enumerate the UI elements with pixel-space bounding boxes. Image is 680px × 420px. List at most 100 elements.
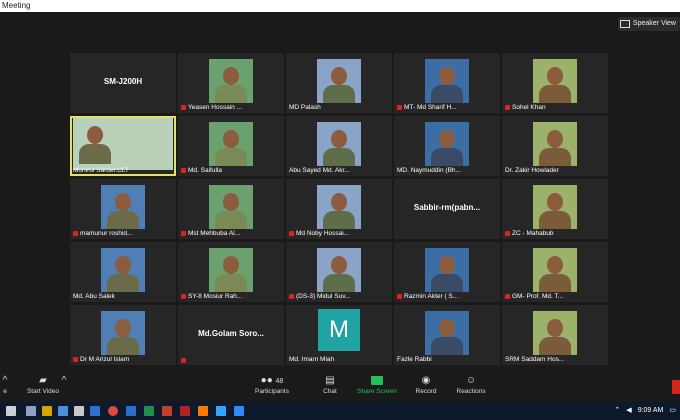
clock[interactable]: 9:09 AM (638, 407, 664, 414)
participant-name: (DS-3) Midul Suv... (296, 293, 351, 300)
participant-name: MD Palash (289, 104, 321, 111)
participant-tile[interactable]: Md. Saifulla (178, 116, 284, 176)
participant-tile[interactable]: GM- Prof. Md. T... (502, 242, 608, 302)
participant-name: Md. Saifulla (188, 167, 222, 174)
record-icon: ◉ (421, 375, 431, 386)
share-screen-icon (371, 375, 383, 385)
chat-label: Chat (323, 388, 337, 395)
photo-body (323, 148, 355, 166)
participant-tile[interactable]: MT- Md Sharif H... (394, 53, 500, 113)
mic-muted-icon (289, 231, 294, 236)
speaker-view-label: Speaker View (632, 20, 676, 27)
file-explorer-icon[interactable] (42, 406, 52, 416)
participant-photo (317, 185, 361, 229)
participants-count: 48 (275, 378, 284, 385)
participant-tile[interactable]: Mst Mehbuba Al... (178, 179, 284, 239)
participant-tile[interactable]: mamunur roshid... (70, 179, 176, 239)
participant-name-label: mamunur roshid... (73, 230, 132, 237)
illustrator-icon[interactable] (198, 406, 208, 416)
participant-name: Dr M Arizul Islam (80, 356, 130, 363)
participant-name: Md. Abu Salek (73, 293, 115, 300)
photo-body (431, 85, 463, 103)
record-button[interactable]: ◉ Record (412, 374, 440, 395)
participant-tile[interactable]: MD. Naymuddin (Bh... (394, 116, 500, 176)
participant-photo (533, 248, 577, 292)
participant-name-label: Monirul Sarder.CLT (73, 167, 129, 174)
participant-photo (425, 59, 469, 103)
leave-button[interactable] (672, 380, 680, 394)
photo-head (115, 256, 131, 274)
notification-icon[interactable]: ▭ (669, 406, 676, 414)
participant-name-label: Dr M Arizul Islam (73, 356, 129, 363)
participant-tile[interactable]: ZC - Mahabub (502, 179, 608, 239)
avatar: M (318, 309, 360, 351)
reactions-button[interactable]: ☺ Reactions (454, 374, 488, 395)
acrobat-icon[interactable] (180, 406, 190, 416)
participant-tile[interactable]: Fazle Rabbi (394, 305, 500, 365)
speaker-view-button[interactable]: Speaker View (617, 17, 680, 31)
powerpoint-icon[interactable] (162, 406, 172, 416)
photo-body (215, 148, 247, 166)
mic-muted-icon (505, 105, 510, 110)
unmute-partial[interactable]: ^ e (0, 374, 10, 395)
chat-button[interactable]: ▤ Chat (318, 374, 342, 395)
word-icon[interactable] (126, 406, 136, 416)
participant-tile[interactable]: Yeasen Hossain ... (178, 53, 284, 113)
volume-icon[interactable]: ◀ (626, 406, 631, 414)
participant-tile[interactable]: SRM Saddam Hos... (502, 305, 608, 365)
window-title: Meeting (2, 1, 31, 10)
start-video-label: Start Video (26, 388, 60, 395)
store-icon[interactable] (74, 406, 84, 416)
participant-tile[interactable]: MD Palash (286, 53, 392, 113)
participant-tile[interactable]: M Md. Imarn Miah (286, 305, 392, 365)
participant-name: SRM Saddam Hos... (505, 356, 565, 363)
photoshop-icon[interactable] (216, 406, 226, 416)
participant-name-label: ZC - Mahabub (505, 230, 554, 237)
participant-name: Monirul Sarder.CLT (73, 167, 129, 174)
start-icon[interactable] (6, 406, 16, 416)
mic-muted-icon (181, 168, 186, 173)
photo-head (439, 130, 455, 148)
participant-tile[interactable]: Monirul Sarder.CLT (70, 116, 176, 176)
participant-tile[interactable]: Sabbir-rm(pabn... (394, 179, 500, 239)
photo-head (115, 193, 131, 211)
photo-body (107, 274, 139, 292)
share-screen-button[interactable]: Share Screen (356, 374, 398, 395)
photo-head (223, 67, 239, 85)
participant-tile[interactable]: (DS-3) Midul Suv... (286, 242, 392, 302)
zoom-icon[interactable] (234, 406, 244, 416)
edge-icon[interactable] (90, 406, 100, 416)
task-view-icon[interactable] (26, 406, 36, 416)
participant-tile[interactable]: SM-J200H (70, 53, 176, 113)
mic-muted-icon (181, 294, 186, 299)
participant-tile[interactable]: Md.Golam Soro... (178, 305, 284, 365)
start-video-button[interactable]: ▰ Start Video (26, 374, 60, 395)
photo-body (539, 85, 571, 103)
participant-tile[interactable]: Md. Abu Salek (70, 242, 176, 302)
photo-body (539, 148, 571, 166)
tray-chevron-icon[interactable]: ⌃ (614, 406, 620, 414)
video-options-caret[interactable]: ^ (60, 374, 68, 388)
participant-tile[interactable]: Md Noby Hossai... (286, 179, 392, 239)
participant-tile[interactable]: Razmin Akter ( S... (394, 242, 500, 302)
photo-body (323, 274, 355, 292)
participant-name: Fazle Rabbi (397, 356, 432, 363)
mail-icon[interactable] (58, 406, 68, 416)
photo-body (107, 211, 139, 229)
participant-tile[interactable]: Dr. Zakir Howlader (502, 116, 608, 176)
participants-button[interactable]: ●● 48 Participants (252, 374, 292, 395)
participant-name: Dr. Zakir Howlader (505, 167, 559, 174)
excel-icon[interactable] (144, 406, 154, 416)
chrome-icon[interactable] (108, 406, 118, 416)
photo-body (539, 274, 571, 292)
participant-tile[interactable]: Sohel Khan (502, 53, 608, 113)
photo-body (539, 337, 571, 355)
photo-head (547, 193, 563, 211)
participant-tile[interactable]: Abu Sayed Md. Akr... (286, 116, 392, 176)
participant-photo (209, 59, 253, 103)
participant-photo (425, 122, 469, 166)
participant-tile[interactable]: Dr M Arizul Islam (70, 305, 176, 365)
participant-name: Abu Sayed Md. Akr... (289, 167, 350, 174)
system-tray: ⌃ ◀ 9:09 AM ▭ (614, 406, 676, 415)
participant-tile[interactable]: SY-8 Mosiur Rah... (178, 242, 284, 302)
